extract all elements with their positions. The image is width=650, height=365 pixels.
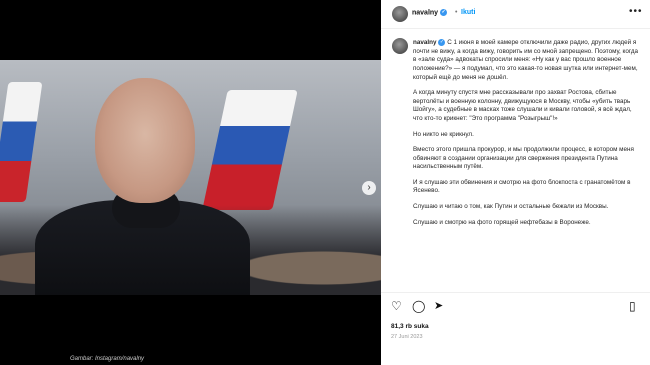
man-portrait: [95, 78, 195, 203]
next-slide-button[interactable]: ›: [362, 181, 376, 195]
caption-paragraph-5: И я слушаю эти обвинения и смотрю на фот…: [413, 178, 631, 195]
image-credit-watermark: Gambar: Instagram/navalny: [70, 356, 145, 362]
russian-flag-right: [202, 90, 298, 210]
caption-text: navalny ✓ С 1 июня в моей камере отключил…: [413, 39, 642, 234]
post-actions: ♡ ◯ ➤ ▯ 81,3 rb suka 27 Juni 2023: [381, 292, 650, 351]
like-count[interactable]: 81,3 rb suka: [391, 323, 429, 330]
caption-paragraph-1: navalny ✓ С 1 июня в моей камере отключил…: [413, 39, 642, 82]
caption-paragraph-7: Слушаю и смотрю на фото горящей нефтебаз…: [413, 218, 591, 226]
verified-badge-icon: ✓: [440, 9, 448, 16]
post-side-panel: navalny ✓ • Ikuti ••• navalny ✓ С 1 июня в…: [381, 0, 650, 365]
username-text: navalny: [412, 9, 439, 17]
post-header: navalny ✓ • Ikuti •••: [381, 0, 650, 29]
follow-button[interactable]: Ikuti: [461, 9, 475, 16]
caption-avatar[interactable]: [392, 38, 408, 54]
post-media: ›: [0, 0, 381, 365]
post-date: 27 Juni 2023: [391, 334, 423, 340]
verified-badge-icon: ✓: [438, 39, 446, 46]
caption-username[interactable]: navalny: [413, 39, 436, 46]
caption-paragraph-text: С 1 июня в моей камере отключили даже ра…: [413, 39, 639, 81]
caption-paragraph-4: Вместо этого пришла прокурор, и мы продо…: [413, 146, 634, 171]
caption-paragraph-6: Слушаю и читаю о том, как Путин и осталь…: [413, 203, 609, 211]
caption-paragraph-3: Но никто не крикнул.: [413, 130, 474, 138]
caption-paragraph-2: А когда минуту спустя мне рассказывали п…: [413, 89, 632, 122]
share-icon[interactable]: ➤: [434, 299, 443, 312]
post-photo[interactable]: [0, 60, 381, 295]
russian-flag-left: [0, 82, 43, 202]
username-link[interactable]: navalny ✓: [412, 9, 448, 17]
comment-icon[interactable]: ◯: [412, 299, 425, 313]
header-separator: •: [455, 9, 458, 16]
more-horizontal-icon[interactable]: •••: [629, 6, 643, 17]
heart-icon[interactable]: ♡: [391, 299, 402, 313]
bookmark-icon[interactable]: ▯: [629, 299, 636, 313]
avatar[interactable]: [392, 6, 408, 22]
